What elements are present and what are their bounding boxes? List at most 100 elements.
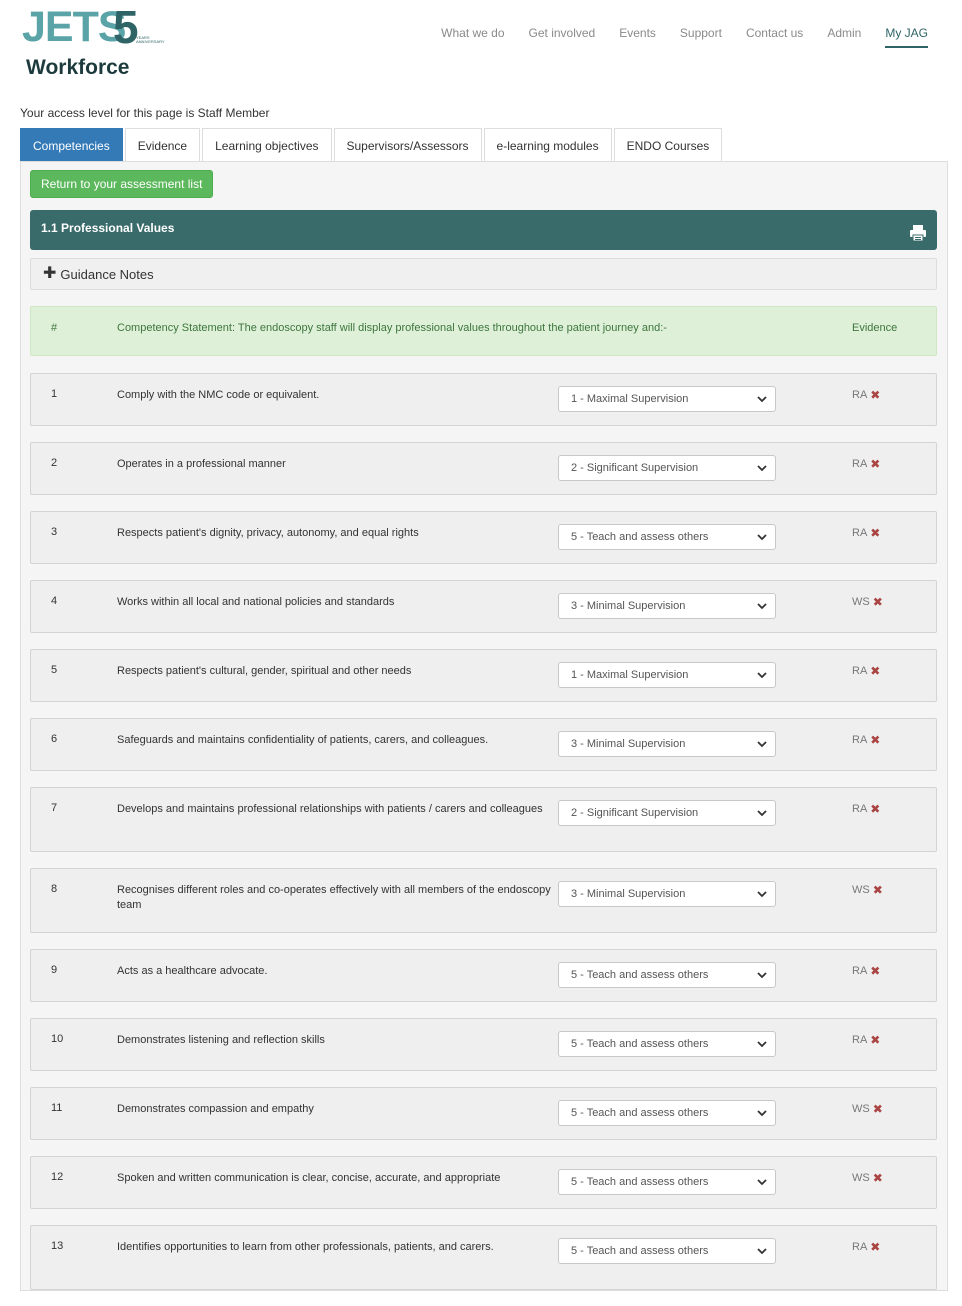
chevron-down-icon xyxy=(757,972,767,979)
evidence-code: WS xyxy=(852,596,870,608)
row-statement: Respects patient's cultural, gender, spi… xyxy=(117,665,412,677)
guidance-notes-toggle[interactable]: ✚ Guidance Notes xyxy=(30,258,937,290)
row-statement: Demonstrates listening and reflection sk… xyxy=(117,1034,325,1046)
tab-e-learning-modules[interactable]: e-learning modules xyxy=(483,128,612,162)
section-title: 1.1 Professional Values xyxy=(41,221,175,235)
row-number: 3 xyxy=(51,526,58,538)
competency-header-row: # Competency Statement: The endoscopy st… xyxy=(30,306,937,356)
supervision-level-select[interactable]: 5 - Teach and assess others xyxy=(558,1031,776,1057)
chevron-down-icon xyxy=(757,534,767,541)
row-statement: Demonstrates compassion and empathy xyxy=(117,1103,314,1115)
close-icon[interactable]: ✖ xyxy=(870,526,880,540)
supervision-level-select[interactable]: 5 - Teach and assess others xyxy=(558,1169,776,1195)
close-icon[interactable]: ✖ xyxy=(870,733,880,747)
row-number: 10 xyxy=(51,1033,64,1045)
evidence-code: WS xyxy=(852,884,870,896)
supervision-level-select[interactable]: 3 - Minimal Supervision xyxy=(558,593,776,619)
selected-level: 3 - Minimal Supervision xyxy=(571,738,686,750)
chevron-down-icon xyxy=(757,1041,767,1048)
close-icon[interactable]: ✖ xyxy=(870,1033,880,1047)
row-statement: Develops and maintains professional rela… xyxy=(117,803,543,815)
close-icon[interactable]: ✖ xyxy=(870,1240,880,1254)
tab-endo-courses[interactable]: ENDO Courses xyxy=(613,128,723,162)
return-button[interactable]: Return to your assessment list xyxy=(30,170,214,198)
nav-link-events[interactable]: Events xyxy=(619,26,656,48)
supervision-level-select[interactable]: 2 - Significant Supervision xyxy=(558,800,776,826)
row-statement: Safeguards and maintains confidentiality… xyxy=(117,734,489,746)
supervision-level-select[interactable]: 5 - Teach and assess others xyxy=(558,962,776,988)
close-icon[interactable]: ✖ xyxy=(873,1102,883,1116)
supervision-level-select[interactable]: 1 - Maximal Supervision xyxy=(558,662,776,688)
competency-row: 8 Recognises different roles and co-opera… xyxy=(30,868,937,933)
tab-supervisors-assessors[interactable]: Supervisors/Assessors xyxy=(333,128,482,162)
close-icon[interactable]: ✖ xyxy=(873,883,883,897)
supervision-level-select[interactable]: 1 - Maximal Supervision xyxy=(558,386,776,412)
competency-row: 7 Develops and maintains professional rel… xyxy=(30,787,937,852)
competency-row: 12 Spoken and written communication is cl… xyxy=(30,1156,937,1209)
evidence-cell: WS ✖ xyxy=(852,1102,883,1116)
nav-link-my-jag[interactable]: My JAG xyxy=(885,26,928,48)
close-icon[interactable]: ✖ xyxy=(873,595,883,609)
competency-row: 11 Demonstrates compassion and empathy 5 -… xyxy=(30,1087,937,1140)
close-icon[interactable]: ✖ xyxy=(870,664,880,678)
close-icon[interactable]: ✖ xyxy=(870,457,880,471)
access-level-text: Your access level for this page is Staff… xyxy=(20,106,270,120)
competency-row: 5 Respects patient's cultural, gender, sp… xyxy=(30,649,937,702)
logo-years: YEARS ANNIVERSARY xyxy=(136,35,165,45)
supervision-level-select[interactable]: 5 - Teach and assess others xyxy=(558,1238,776,1264)
close-icon[interactable]: ✖ xyxy=(870,802,880,816)
print-icon[interactable] xyxy=(909,224,927,242)
row-number: 6 xyxy=(51,733,58,745)
supervision-level-select[interactable]: 3 - Minimal Supervision xyxy=(558,731,776,757)
supervision-level-select[interactable]: 5 - Teach and assess others xyxy=(558,524,776,550)
supervision-level-select[interactable]: 5 - Teach and assess others xyxy=(558,1100,776,1126)
chevron-down-icon xyxy=(757,810,767,817)
row-number: 5 xyxy=(51,664,58,676)
nav-link-contact-us[interactable]: Contact us xyxy=(746,26,803,48)
evidence-cell: RA ✖ xyxy=(852,1240,880,1254)
tab-learning-objectives[interactable]: Learning objectives xyxy=(202,128,332,162)
row-number: 8 xyxy=(51,883,58,895)
nav-link-what-we-do[interactable]: What we do xyxy=(441,26,504,48)
header-statement: Competency Statement: The endoscopy staf… xyxy=(117,322,667,334)
tab-evidence[interactable]: Evidence xyxy=(124,128,201,162)
logo-subtitle: Workforce xyxy=(26,56,130,79)
tab-competencies[interactable]: Competencies xyxy=(20,128,123,162)
row-number: 9 xyxy=(51,964,58,976)
supervision-level-select[interactable]: 2 - Significant Supervision xyxy=(558,455,776,481)
close-icon[interactable]: ✖ xyxy=(870,964,880,978)
close-icon[interactable]: ✖ xyxy=(870,388,880,402)
selected-level: 1 - Maximal Supervision xyxy=(571,393,689,405)
selected-level: 5 - Teach and assess others xyxy=(571,969,709,981)
chevron-down-icon xyxy=(757,1248,767,1255)
chevron-down-icon xyxy=(757,672,767,679)
row-number: 13 xyxy=(51,1240,64,1252)
selected-level: 5 - Teach and assess others xyxy=(571,1245,709,1257)
logo[interactable]: JETS 5 YEARS ANNIVERSARY Workforce xyxy=(22,4,165,79)
evidence-code: RA xyxy=(852,1034,868,1046)
supervision-level-select[interactable]: 3 - Minimal Supervision xyxy=(558,881,776,907)
row-statement: Comply with the NMC code or equivalent. xyxy=(117,389,320,401)
row-statement: Acts as a healthcare advocate. xyxy=(117,965,268,977)
selected-level: 1 - Maximal Supervision xyxy=(571,669,689,681)
evidence-cell: RA ✖ xyxy=(852,1033,880,1047)
chevron-down-icon xyxy=(757,891,767,898)
evidence-code: RA xyxy=(852,458,868,470)
row-statement: Works within all local and national poli… xyxy=(117,596,395,608)
chevron-down-icon xyxy=(757,1179,767,1186)
row-statement: Respects patient's dignity, privacy, aut… xyxy=(117,527,419,539)
nav-link-get-involved[interactable]: Get involved xyxy=(529,26,596,48)
competency-row: 13 Identifies opportunities to learn from… xyxy=(30,1225,937,1290)
competency-row: 4 Works within all local and national pol… xyxy=(30,580,937,633)
header-num: # xyxy=(51,322,58,334)
close-icon[interactable]: ✖ xyxy=(873,1171,883,1185)
nav-link-support[interactable]: Support xyxy=(680,26,722,48)
evidence-cell: RA ✖ xyxy=(852,457,880,471)
row-statement: Spoken and written communication is clea… xyxy=(117,1172,501,1184)
evidence-code: WS xyxy=(852,1103,870,1115)
competency-row: 10 Demonstrates listening and reflection … xyxy=(30,1018,937,1071)
competency-row: 9 Acts as a healthcare advocate. 5 - Teach… xyxy=(30,949,937,1002)
evidence-code: RA xyxy=(852,1241,868,1253)
nav-link-admin[interactable]: Admin xyxy=(827,26,861,48)
selected-level: 2 - Significant Supervision xyxy=(571,462,699,474)
